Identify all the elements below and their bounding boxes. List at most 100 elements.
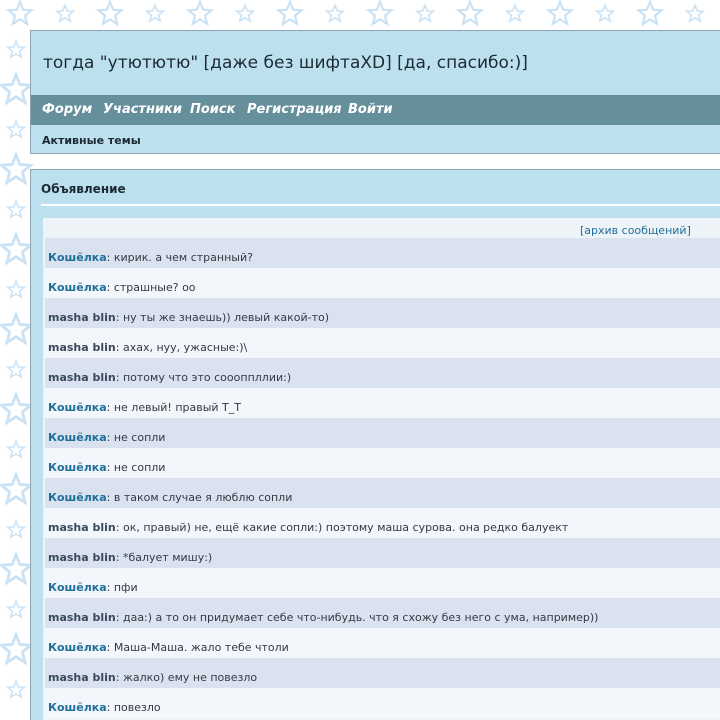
forum-header: тогда "утютютю" [даже без шифтаXD] [да, … [30,30,720,154]
star-icon [5,199,27,219]
message-content: masha blin: ну ты же знаешь)) левый како… [48,311,329,324]
nav-item-register[interactable]: Регистрация [247,102,342,117]
message-row: Кошёлка: не сопли [45,418,720,448]
message-content: masha blin: ахах, нуу, ужасные:)\ [48,341,247,354]
message-author[interactable]: Кошёлка [48,491,107,504]
star-icon [185,0,215,27]
star-icon [95,0,125,27]
message-author[interactable]: masha blin [48,671,116,684]
message-content: masha blin: жалко) ему не повезло [48,671,257,684]
message-content: Кошёлка: кирик. а чем странный? [48,251,253,264]
message-text: жалко) ему не повезло [122,671,258,684]
nav-item-search[interactable]: Поиск [190,102,235,117]
author-separator: : [106,701,114,714]
star-icon [684,3,706,23]
author-separator: : [106,491,114,504]
star-icon [0,630,35,666]
message-author[interactable]: masha blin [48,341,116,354]
message-row: Кошёлка: не сопли [45,448,720,478]
star-icon [365,0,395,27]
message-row: Кошёлка: пфи [45,568,720,598]
star-icon [414,3,436,23]
message-row: masha blin: даа:) а то он придумает себе… [45,598,720,628]
message-text: не сопли [113,431,166,444]
nav-item-members[interactable]: Участники [103,102,182,117]
message-author[interactable]: masha blin [48,311,116,324]
message-text: пфи [113,581,138,594]
star-icon [0,70,35,106]
star-icon [635,0,665,27]
message-text: страшные? оо [113,281,196,294]
star-icon [0,470,35,506]
message-row: Кошёлка: не левый! правый Т_Т [45,388,720,418]
message-row: masha blin: ахах, нуу, ужасные:)\ [45,328,720,358]
author-separator: : [106,251,114,264]
message-author[interactable]: Кошёлка [48,461,107,474]
author-separator: : [106,431,114,444]
message-content: masha blin: даа:) а то он придумает себе… [48,611,598,624]
archive-link[interactable]: [архив сообщений] [580,224,691,237]
divider [41,204,720,206]
author-separator: : [115,371,123,384]
star-icon [5,0,35,27]
message-content: Кошёлка: Маша-Маша. жало тебе чтоли [48,641,289,654]
message-row: Кошёлка: в таком случае я люблю сопли [45,478,720,508]
message-author[interactable]: masha blin [48,521,116,534]
message-author[interactable]: Кошёлка [48,641,107,654]
message-content: Кошёлка: не левый! правый Т_Т [48,401,241,414]
message-text: не левый! правый Т_Т [113,401,241,414]
star-icon [324,3,346,23]
active-topics-link[interactable]: Активные темы [42,134,141,147]
star-icon [5,599,27,619]
message-author[interactable]: masha blin [48,611,116,624]
message-author[interactable]: masha blin [48,371,116,384]
page-title: тогда "утютютю" [даже без шифтаXD] [да, … [43,53,528,73]
message-content: masha blin: ок, правый) не, ещё какие со… [48,521,568,534]
message-text: даа:) а то он придумает себе что-нибудь.… [122,611,599,624]
message-author[interactable]: Кошёлка [48,281,107,294]
author-separator: : [115,341,123,354]
message-content: Кошёлка: пфи [48,581,138,594]
message-text: Маша-Маша. жало тебе чтоли [113,641,289,654]
message-row: Кошёлка: повезло [45,688,720,718]
star-icon [234,3,256,23]
star-icon [144,3,166,23]
message-text: ну ты же знаешь)) левый какой-то) [122,311,330,324]
message-content: Кошёлка: в таком случае я люблю сопли [48,491,292,504]
message-row: Кошёлка: страшные? оо [45,268,720,298]
announcement-box: Объявление [архив сообщений] Кошёлка: ки… [30,169,720,720]
message-text: ахах, нуу, ужасные:)\ [122,341,248,354]
message-author[interactable]: masha blin [48,551,116,564]
star-icon [455,0,485,27]
message-list: Кошёлка: кирик. а чем странный? Кошёлка: … [45,238,720,718]
message-content: masha blin: *балует мишу:) [48,551,212,564]
message-author[interactable]: Кошёлка [48,431,107,444]
message-author[interactable]: Кошёлка [48,701,107,714]
star-icon [5,439,27,459]
message-content: Кошёлка: страшные? оо [48,281,196,294]
message-author[interactable]: Кошёлка [48,401,107,414]
star-icon [0,230,35,266]
announcement-title: Объявление [41,182,126,196]
star-icon [0,310,35,346]
message-row: masha blin: ну ты же знаешь)) левый како… [45,298,720,328]
star-icon [545,0,575,27]
star-icon [5,119,27,139]
message-author[interactable]: Кошёлка [48,581,107,594]
message-text: повезло [113,701,161,714]
shoutbox: [архив сообщений] Кошёлка: кирик. а чем … [43,218,720,720]
message-row: masha blin: жалко) ему не повезло [45,658,720,688]
message-content: Кошёлка: не сопли [48,461,165,474]
main-nav: Форум Участники Поиск Регистрация Войти [31,95,720,125]
star-icon [275,0,305,27]
message-text: *балует мишу:) [122,551,213,564]
star-icon [0,550,35,586]
nav-item-forum[interactable]: Форум [42,102,92,117]
author-separator: : [106,641,114,654]
message-content: masha blin: потому что это соооппллии:) [48,371,291,384]
message-author[interactable]: Кошёлка [48,251,107,264]
message-row: masha blin: ок, правый) не, ещё какие со… [45,508,720,538]
author-separator: : [115,611,123,624]
nav-item-login[interactable]: Войти [348,102,393,117]
author-separator: : [106,461,114,474]
